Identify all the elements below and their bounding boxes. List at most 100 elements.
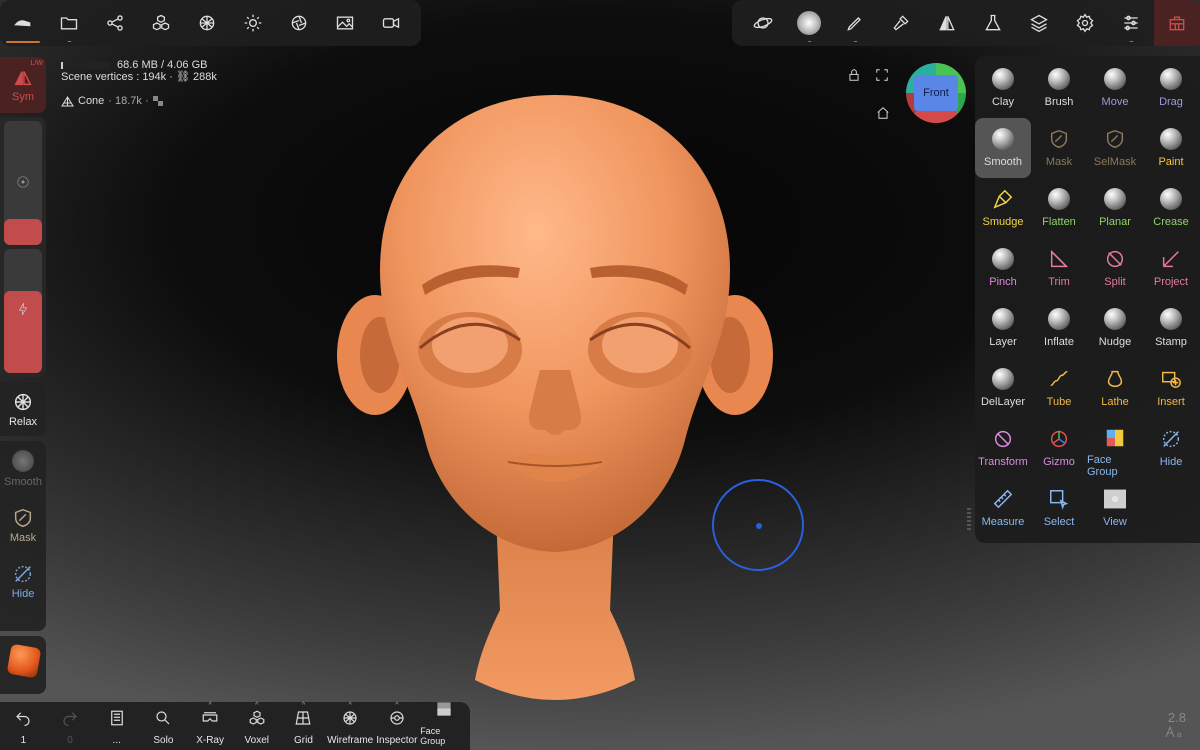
topology-button[interactable] (138, 0, 184, 46)
brush-alpha-button[interactable]: ... (786, 0, 832, 46)
nomad-menu-button[interactable] (0, 0, 46, 46)
quick-hide-button[interactable]: Hide (0, 553, 46, 609)
tool-drag[interactable]: Drag (1143, 58, 1199, 118)
background-button[interactable] (322, 0, 368, 46)
quick-mask-button[interactable]: Mask (0, 497, 46, 553)
camera-button[interactable] (276, 0, 322, 46)
mesh-name: Cone (78, 95, 105, 107)
bottom-grid-button[interactable]: ^ Grid (280, 702, 327, 750)
radius-icon (17, 176, 29, 188)
stroke-button[interactable]: ... (832, 0, 878, 46)
video-button[interactable] (368, 0, 414, 46)
bottom-xray-button[interactable]: ^ X-Ray (187, 702, 234, 750)
tool-dellayer[interactable]: DelLayer (975, 358, 1031, 418)
view-cube[interactable]: Front (906, 63, 966, 123)
tools-toggle-button[interactable] (1154, 0, 1200, 46)
bottom-undo-button[interactable]: 1 (0, 702, 47, 750)
intensity-slider[interactable] (4, 249, 42, 373)
bottom-voxel-button[interactable]: ^ Voxel (233, 702, 280, 750)
layers-button[interactable] (1016, 0, 1062, 46)
inspector-icon (388, 709, 406, 735)
sphere-brush-icon (1046, 186, 1072, 212)
tool-mask[interactable]: Mask (1031, 118, 1087, 178)
tools-panel-grip[interactable] (967, 508, 971, 532)
painting-button[interactable] (878, 0, 924, 46)
bottom-book-button[interactable]: ... (93, 702, 140, 750)
material-swatch[interactable] (6, 643, 42, 679)
mask-icon (14, 508, 32, 527)
lighting-button[interactable] (230, 0, 276, 46)
tool-lathe[interactable]: Lathe (1087, 358, 1143, 418)
tool-smudge[interactable]: Smudge (975, 178, 1031, 238)
tool-layer[interactable]: Layer (975, 298, 1031, 358)
view-cube-front-face[interactable]: Front (914, 75, 958, 111)
bottom-label: Inspector (376, 735, 418, 746)
bottom-inspector-button[interactable]: ^ Inspector (374, 702, 421, 750)
bottom-label: Voxel (244, 735, 270, 746)
files-button[interactable]: ... (46, 0, 92, 46)
tool-transform[interactable]: Transform (975, 418, 1031, 478)
tool-flatten[interactable]: Flatten (1031, 178, 1087, 238)
expand-caret-icon[interactable]: ^ (395, 702, 398, 709)
undo-icon (14, 709, 32, 735)
expand-caret-icon[interactable]: ^ (255, 702, 258, 709)
tool-label: Layer (989, 336, 1017, 348)
material-sphere-icon (199, 15, 215, 31)
tool-face-group[interactable]: Face Group (1087, 418, 1143, 478)
mesh-info[interactable]: Cone · 18.7k · (61, 95, 163, 107)
tool-clay[interactable]: Clay (975, 58, 1031, 118)
view-icons (847, 68, 900, 82)
hide-icon (14, 565, 32, 582)
symmetry-button[interactable] (924, 0, 970, 46)
expand-caret-icon[interactable]: ^ (208, 702, 211, 709)
tool-planar[interactable]: Planar (1087, 178, 1143, 238)
text-size-icon[interactable]: a (1164, 725, 1186, 739)
tool-gizmo[interactable]: Gizmo (1031, 418, 1087, 478)
tool-nudge[interactable]: Nudge (1087, 298, 1143, 358)
bottom-face-button[interactable]: Face Group (420, 702, 467, 750)
tool-crease[interactable]: Crease (1143, 178, 1199, 238)
lock-icon[interactable] (847, 68, 861, 82)
home-icon[interactable] (876, 106, 890, 120)
tool-select[interactable]: Select (1031, 478, 1087, 538)
tool-trim[interactable]: Trim (1031, 238, 1087, 298)
tool-project[interactable]: Project (1143, 238, 1199, 298)
relax-button[interactable]: Relax (0, 382, 46, 436)
tool-insert[interactable]: Insert (1143, 358, 1199, 418)
tool-brush[interactable]: Brush (1031, 58, 1087, 118)
tool-move[interactable]: Move (1087, 58, 1143, 118)
tool-split[interactable]: Split (1087, 238, 1143, 298)
settings-button[interactable] (1062, 0, 1108, 46)
tool-settings-button[interactable]: ... (1108, 0, 1154, 46)
material-button[interactable] (184, 0, 230, 46)
bottom-label: Grid (294, 735, 313, 746)
interface-button[interactable] (970, 0, 1016, 46)
xray-icon (201, 709, 219, 735)
sym-toggle[interactable]: L/W Sym (0, 57, 46, 113)
tool-stamp[interactable]: Stamp (1143, 298, 1199, 358)
fullscreen-icon[interactable] (875, 68, 889, 82)
radius-slider[interactable] (4, 121, 42, 245)
quick-smooth-button[interactable]: Smooth (0, 441, 46, 497)
scene-button[interactable] (92, 0, 138, 46)
face-icon (435, 700, 453, 726)
bottom-wire-button[interactable]: ^ Wireframe (327, 702, 374, 750)
tool-pinch[interactable]: Pinch (975, 238, 1031, 298)
tool-measure[interactable]: Measure (975, 478, 1031, 538)
tool-tube[interactable]: Tube (1031, 358, 1087, 418)
bottom-redo-button[interactable]: 0 (47, 702, 94, 750)
tool-hide[interactable]: Hide (1143, 418, 1199, 478)
redo-icon (61, 709, 79, 735)
expand-caret-icon[interactable]: ^ (302, 702, 305, 709)
tool-paint[interactable]: Paint (1143, 118, 1199, 178)
expand-caret-icon[interactable]: ^ (349, 702, 352, 709)
bottom-label: 0 (67, 735, 73, 746)
tool-view[interactable]: View (1087, 478, 1143, 538)
tool-inflate[interactable]: Inflate (1031, 298, 1087, 358)
tool-label: Inflate (1044, 336, 1074, 348)
tool-smooth[interactable]: Smooth (975, 118, 1031, 178)
postprocess-button[interactable] (740, 0, 786, 46)
tool-selmask[interactable]: SelMask (1087, 118, 1143, 178)
bottom-search-button[interactable]: Solo (140, 702, 187, 750)
hide-icon (1158, 426, 1184, 452)
